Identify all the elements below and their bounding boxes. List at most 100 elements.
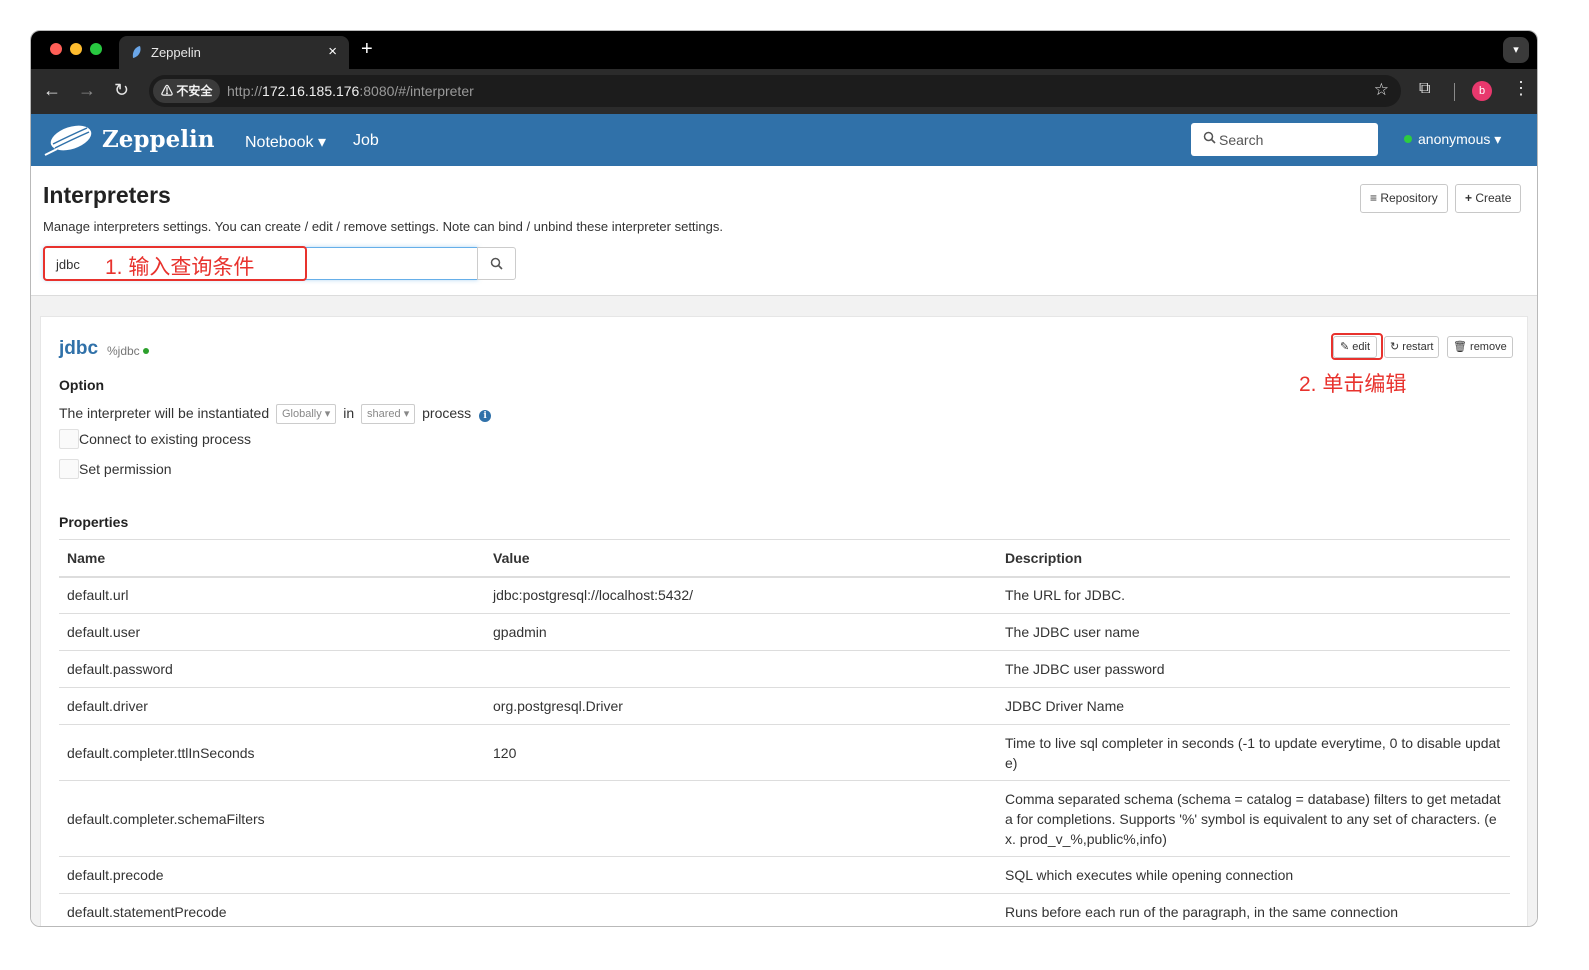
- interpreter-name: jdbc: [59, 338, 99, 359]
- property-value: [485, 856, 997, 894]
- property-description: Time to live sql completer in seconds (-…: [997, 724, 1510, 781]
- property-description: The JDBC user password: [997, 650, 1510, 688]
- table-row: default.precode SQL which executes while…: [59, 856, 1510, 894]
- refresh-icon: ↻: [1390, 341, 1403, 353]
- column-header-description: Description: [997, 539, 1510, 578]
- info-icon[interactable]: i: [479, 410, 492, 422]
- mode-dropdown[interactable]: shared ▾: [361, 404, 416, 424]
- property-description: JDBC Driver Name: [997, 687, 1510, 725]
- tab-close-icon[interactable]: ×: [328, 43, 337, 60]
- scope-dropdown[interactable]: Globally ▾: [276, 404, 337, 424]
- property-name: default.url: [59, 576, 485, 614]
- table-header-row: Name Value Description: [59, 539, 1510, 578]
- security-warning-chip[interactable]: ⚠ 不安全: [153, 79, 221, 103]
- property-value: gpadmin: [485, 613, 997, 651]
- option-in-text: in: [343, 405, 355, 421]
- properties-section-title: Properties: [59, 514, 129, 530]
- forward-arrow-icon[interactable]: →: [78, 80, 96, 101]
- property-name: default.completer.ttlInSeconds: [59, 724, 485, 781]
- user-status-dot: [1404, 135, 1412, 143]
- page-title: Interpreters: [43, 182, 171, 208]
- connect-existing-row: Connect to existing process: [59, 429, 251, 449]
- table-row: default.password The JDBC user password: [59, 650, 1510, 688]
- search-placeholder: Search: [1219, 132, 1264, 148]
- property-description: The JDBC user name: [997, 613, 1510, 651]
- option-prefix-text: The interpreter will be instantiated: [59, 405, 270, 421]
- tab-title: Zeppelin: [151, 45, 201, 60]
- connect-existing-checkbox[interactable]: [59, 429, 79, 449]
- repository-button[interactable]: ≡ Repository: [1360, 184, 1448, 213]
- repository-label: Repository: [1380, 191, 1438, 205]
- table-row: default.statementPrecode Runs before eac…: [59, 893, 1510, 926]
- restart-label: restart: [1402, 341, 1434, 353]
- url-path: :8080/#/interpreter: [359, 83, 474, 99]
- job-link[interactable]: Job: [353, 132, 379, 150]
- instantiation-option: The interpreter will be instantiated Glo…: [59, 404, 492, 424]
- reload-icon[interactable]: ↻: [114, 80, 129, 101]
- trash-icon: 🗑: [1453, 341, 1471, 353]
- interpreter-status-dot: [142, 348, 149, 354]
- table-row: default.url jdbc:postgresql://localhost:…: [59, 576, 1510, 614]
- properties-table: Name Value Description default.url jdbc:…: [59, 539, 1510, 926]
- url-host: 172.16.185.176: [262, 83, 360, 99]
- interpreter-card-jdbc: jdbc %jdbc ✎ edit ↻ restart 🗑 remove 2. …: [40, 316, 1528, 926]
- extensions-puzzle-icon[interactable]: ⧉: [1419, 80, 1430, 98]
- notebook-menu[interactable]: Notebook ▾: [245, 132, 326, 152]
- interpreter-alias: %jdbc: [107, 344, 149, 358]
- column-header-name: Name: [59, 539, 485, 578]
- property-value: [485, 893, 997, 926]
- zeppelin-navbar: Zeppelin Notebook ▾ Job Search anonymous…: [31, 114, 1537, 166]
- property-description: The URL for JDBC.: [997, 576, 1510, 614]
- option-suffix-text: process: [422, 405, 472, 421]
- back-arrow-icon[interactable]: ←: [43, 80, 61, 101]
- option-section-title: Option: [59, 377, 105, 393]
- create-button[interactable]: + Create: [1455, 184, 1522, 213]
- filter-search-button[interactable]: [477, 247, 516, 280]
- zeppelin-logo-icon[interactable]: [43, 122, 95, 158]
- url-text[interactable]: http://172.16.185.176:8080/#/interpreter: [227, 83, 474, 99]
- interpreter-alias-text: %jdbc: [107, 344, 140, 358]
- property-value: 120: [485, 724, 997, 781]
- minimize-window-button[interactable]: [70, 43, 82, 55]
- property-description: SQL which executes while opening connect…: [997, 856, 1510, 894]
- annotation-box-edit: [1331, 333, 1383, 360]
- profile-avatar[interactable]: b: [1472, 81, 1492, 101]
- address-bar[interactable]: ⚠ 不安全 http://172.16.185.176:8080/#/inter…: [149, 75, 1401, 107]
- set-permission-checkbox[interactable]: [59, 459, 79, 479]
- property-name: default.password: [59, 650, 485, 688]
- property-name: default.completer.schemaFilters: [59, 780, 485, 857]
- new-tab-button[interactable]: +: [361, 38, 373, 61]
- tab-search-chevron-icon[interactable]: ▾: [1503, 37, 1529, 63]
- annotation-step1: 1. 输入查询条件: [105, 256, 255, 279]
- database-icon: ≡: [1370, 191, 1381, 205]
- zeppelin-favicon-icon: [132, 46, 141, 58]
- navbar-search-input[interactable]: Search: [1191, 123, 1378, 156]
- column-header-value: Value: [485, 539, 997, 578]
- interpreter-list: jdbc %jdbc ✎ edit ↻ restart 🗑 remove 2. …: [31, 296, 1537, 926]
- close-window-button[interactable]: [50, 43, 62, 55]
- user-name: anonymous ▾: [1418, 131, 1502, 147]
- property-value: [485, 650, 997, 688]
- connect-existing-label: Connect to existing process: [79, 431, 251, 447]
- interpreter-header: Interpreters Manage interpreters setting…: [31, 166, 1537, 296]
- search-icon: [1203, 131, 1216, 144]
- browser-menu-icon[interactable]: ⋮: [1512, 78, 1530, 99]
- browser-window: Zeppelin × + ▾ ← → ↻ ⚠ 不安全 http://172.16…: [30, 30, 1538, 927]
- property-description: Comma separated schema (schema = catalog…: [997, 780, 1510, 857]
- url-scheme: http://: [227, 83, 263, 99]
- brand-logo-text[interactable]: Zeppelin: [102, 126, 214, 153]
- table-row: default.completer.ttlInSeconds 120 Time …: [59, 724, 1510, 781]
- property-name: default.driver: [59, 687, 485, 725]
- toolbar-divider: [1454, 83, 1455, 101]
- restart-button[interactable]: ↻ restart: [1384, 336, 1440, 358]
- user-menu[interactable]: anonymous ▾: [1404, 131, 1501, 148]
- browser-toolbar: ← → ↻ ⚠ 不安全 http://172.16.185.176:8080/#…: [31, 69, 1537, 114]
- bookmark-star-icon[interactable]: ☆: [1374, 80, 1389, 100]
- property-value: jdbc:postgresql://localhost:5432/: [485, 576, 997, 614]
- remove-label: remove: [1470, 341, 1507, 353]
- maximize-window-button[interactable]: [90, 43, 102, 55]
- tab-strip: Zeppelin × + ▾: [31, 31, 1537, 69]
- browser-tab-zeppelin[interactable]: Zeppelin ×: [119, 36, 349, 69]
- remove-button[interactable]: 🗑 remove: [1447, 336, 1513, 358]
- property-name: default.statementPrecode: [59, 893, 485, 926]
